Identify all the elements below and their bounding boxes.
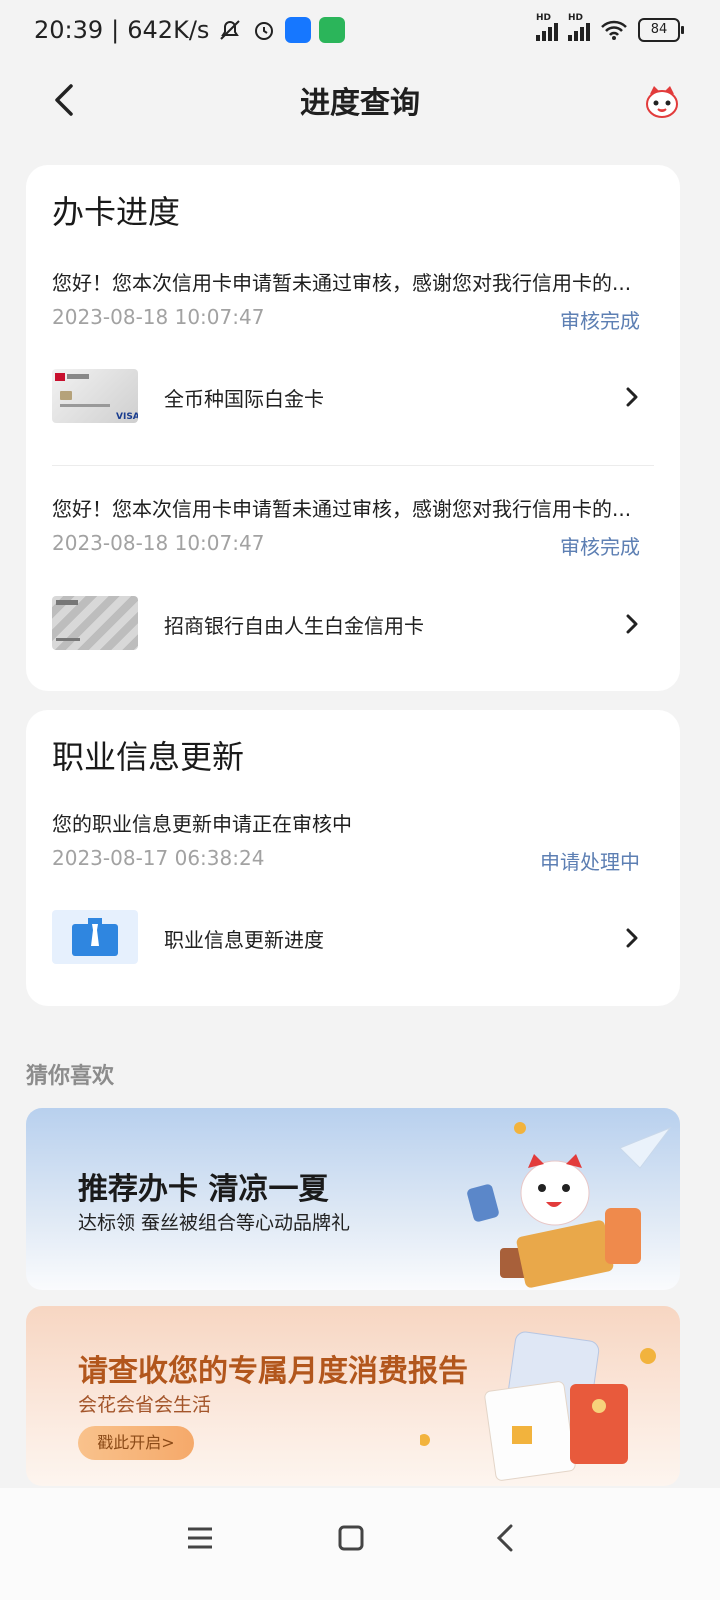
progress-time: 2023-08-18 10:07:47 xyxy=(52,305,265,329)
status-badge: 审核完成 xyxy=(560,535,640,559)
back-nav-icon[interactable] xyxy=(486,1518,526,1558)
job-progress-label: 职业信息更新进度 xyxy=(164,928,324,952)
wifi-icon xyxy=(601,20,627,40)
credit-card-image xyxy=(52,596,138,650)
progress-message: 您好！您本次信用卡申请暂未通过审核，感谢您对我行信用卡的... xyxy=(52,271,632,295)
network-speed: 642K/s xyxy=(127,16,210,44)
chevron-right-icon xyxy=(626,614,638,634)
credit-card-image: VISA xyxy=(52,369,138,423)
job-message: 您的职业信息更新申请正在审核中 xyxy=(52,812,352,836)
job-progress-row[interactable]: 职业信息更新进度 xyxy=(52,910,652,970)
card-job-info-update: 职业信息更新 您的职业信息更新申请正在审核中 2023-08-17 06:38:… xyxy=(26,710,680,1006)
app-header: 进度查询 xyxy=(0,64,720,138)
open-report-button[interactable]: 戳此开启> xyxy=(78,1426,194,1460)
status-time: 20:39 xyxy=(34,16,104,44)
briefcase-icon xyxy=(52,910,138,964)
card-application-progress: 办卡进度 您好！您本次信用卡申请暂未通过审核，感谢您对我行信用卡的... 202… xyxy=(26,165,680,691)
status-badge: 申请处理中 xyxy=(540,850,640,874)
battery-icon: 84 xyxy=(638,18,684,42)
mute-icon xyxy=(220,20,241,40)
banner-headline: 推荐办卡 清凉一夏 xyxy=(78,1172,329,1207)
section-title: 职业信息更新 xyxy=(52,738,245,776)
card-item-row[interactable]: 招商银行自由人生白金信用卡 xyxy=(52,596,652,656)
report-illustration-icon xyxy=(420,1331,656,1481)
mascot-assistant-icon[interactable] xyxy=(642,82,682,122)
mascot-illustration-icon xyxy=(467,1122,672,1288)
promo-banner-monthly-report[interactable]: 请查收您的专属月度消费报告 会花会省会生活 戳此开启> xyxy=(26,1306,680,1486)
menu-icon[interactable] xyxy=(180,1518,220,1558)
chevron-right-icon xyxy=(626,928,638,948)
banner-subtitle: 达标领 蚕丝被组合等心动品牌礼 xyxy=(78,1212,351,1234)
home-icon[interactable] xyxy=(331,1518,371,1558)
system-nav-bar xyxy=(0,1488,720,1600)
banner-headline: 请查收您的专属月度消费报告 xyxy=(78,1354,468,1389)
card-name: 全币种国际白金卡 xyxy=(164,387,324,411)
section-title: 办卡进度 xyxy=(52,193,181,231)
status-left: 20:39 | 642K/s xyxy=(34,16,346,44)
alarm-icon xyxy=(255,22,274,40)
recommend-section-title: 猜你喜欢 xyxy=(26,1064,115,1089)
chevron-right-icon xyxy=(626,387,638,407)
progress-time: 2023-08-18 10:07:47 xyxy=(52,531,265,555)
phone-app-icon xyxy=(319,17,346,43)
card-name: 招商银行自由人生白金信用卡 xyxy=(164,614,424,638)
signal-icon-2: HD xyxy=(568,13,590,41)
signal-icon: HD xyxy=(536,13,558,41)
banner-subtitle: 会花会省会生活 xyxy=(78,1394,212,1416)
card-item-row[interactable]: VISA 全币种国际白金卡 xyxy=(52,369,652,429)
status-bar: 20:39 | 642K/s HD HD 84 xyxy=(0,0,720,64)
promo-banner-card-application[interactable]: 推荐办卡 清凉一夏 达标领 蚕丝被组合等心动品牌礼 xyxy=(26,1108,680,1290)
status-right: HD HD 84 xyxy=(536,13,684,42)
svg-text:VISA: VISA xyxy=(116,412,138,422)
divider xyxy=(52,465,654,466)
progress-message: 您好！您本次信用卡申请暂未通过审核，感谢您对我行信用卡的... xyxy=(52,497,632,521)
alipay-icon xyxy=(285,17,312,43)
status-badge: 审核完成 xyxy=(560,309,640,333)
page-title: 进度查询 xyxy=(300,86,420,121)
job-time: 2023-08-17 06:38:24 xyxy=(52,846,265,870)
